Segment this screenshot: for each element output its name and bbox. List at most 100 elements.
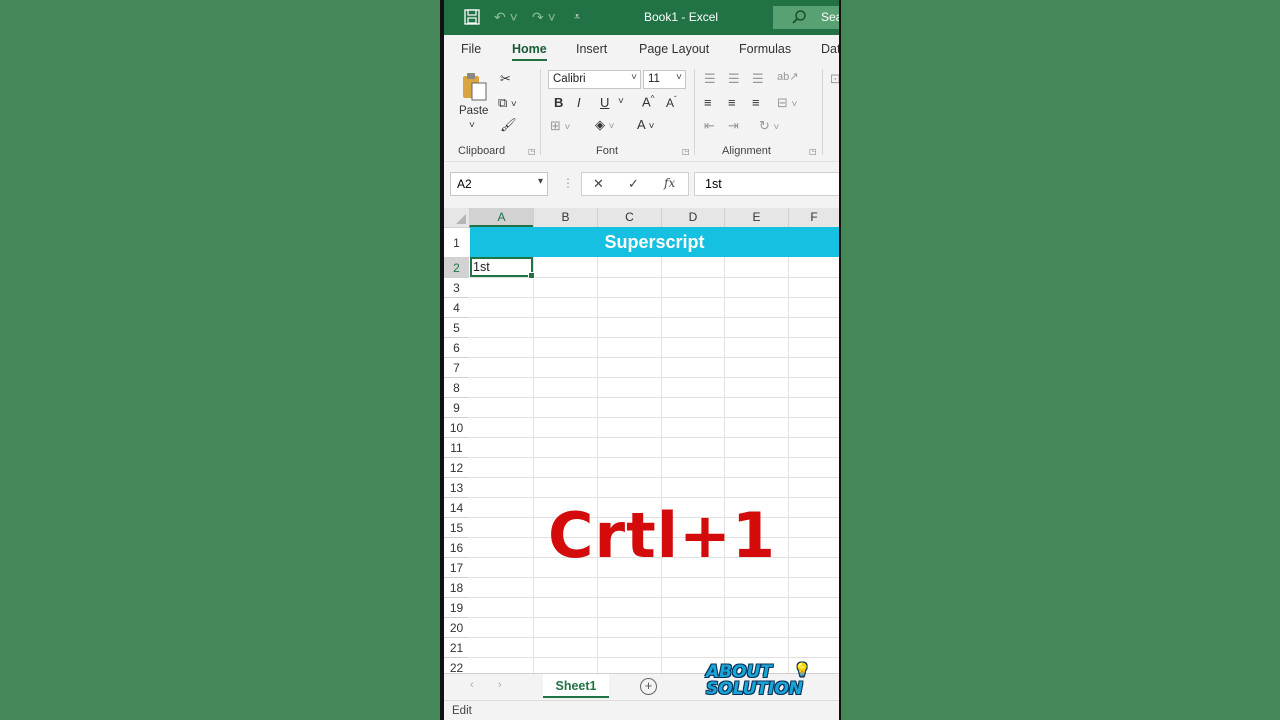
align-left-icon[interactable]: ≡ [704,95,712,110]
column-header-d[interactable]: D [661,208,724,227]
grid-row-line [470,437,839,438]
font-name-select[interactable]: Calibri ˅ [548,70,641,89]
alignment-launcher-icon[interactable]: ◳ [809,147,817,156]
underline-dropdown-icon[interactable]: ˅ [618,96,624,107]
increase-indent-icon[interactable]: ⇥ [728,118,739,134]
tab-data[interactable]: Dat [821,42,839,56]
row-header[interactable]: 13 [444,477,469,497]
column-header-c[interactable]: C [597,208,661,227]
tab-file[interactable]: File [461,42,481,56]
column-headers: A B C D E F [444,208,839,228]
row-header[interactable]: 17 [444,557,469,577]
italic-button[interactable]: I [577,95,581,110]
row-header[interactable]: 2 [444,257,469,277]
font-launcher-icon[interactable]: ◳ [682,147,690,156]
decrease-indent-icon[interactable]: ⇤ [704,118,715,134]
about-solution-logo: ABOUT SOLUTION 💡 [706,663,810,698]
sheet-tab-sheet1[interactable]: Sheet1 [543,674,609,698]
insert-function-icon[interactable]: fx [664,176,675,190]
row-header[interactable]: 5 [444,317,469,337]
align-top-icon[interactable]: ☰ [704,71,716,87]
row-header[interactable]: 3 [444,277,469,297]
merged-title-cell[interactable]: Superscript [470,227,839,257]
grid-row-line [470,397,839,398]
row-header[interactable]: 20 [444,617,469,637]
chevron-down-icon: ˅ [676,72,682,83]
increase-font-icon[interactable]: A^ [642,94,654,109]
paste-dropdown-icon[interactable]: ˅ [469,120,475,131]
row-header[interactable]: 4 [444,297,469,317]
row-header[interactable]: 19 [444,597,469,617]
tab-insert[interactable]: Insert [576,42,607,56]
grid-row-line [470,477,839,478]
sheet-next-icon[interactable]: › [498,679,502,691]
column-header-f[interactable]: F [788,208,839,227]
font-size-select[interactable]: 11 ˅ [643,70,686,89]
paste-button[interactable] [460,71,490,108]
font-color-icon[interactable]: A ˅ [637,117,654,132]
row-header[interactable]: 14 [444,497,469,517]
splitter-icon[interactable]: ⋮ [562,176,574,190]
column-header-b[interactable]: B [533,208,597,227]
orientation-icon[interactable]: ab↗ [777,70,798,83]
grid-row-line [470,497,839,498]
paste-label: Paste [459,105,489,117]
tab-formulas[interactable]: Formulas [739,42,791,56]
align-middle-icon[interactable]: ☰ [728,71,740,87]
row-header[interactable]: 8 [444,377,469,397]
tab-page-layout[interactable]: Page Layout [639,42,709,56]
clipboard-launcher-icon[interactable]: ◳ [528,147,536,156]
row-header[interactable]: 21 [444,637,469,657]
align-bottom-icon[interactable]: ☰ [752,71,764,87]
underline-button[interactable]: U [600,95,609,110]
wrap-text-icon[interactable]: ↻ ˅ [759,118,779,134]
number-format-icon[interactable]: ⊡ [830,71,839,87]
row-header[interactable]: 18 [444,577,469,597]
fill-color-icon[interactable]: ◈ ˅ [595,117,614,133]
borders-icon[interactable]: ⊞ ˅ [550,118,570,134]
formula-input[interactable]: 1st [694,172,839,196]
merge-center-icon[interactable]: ⊟ ˅ [777,95,797,111]
cut-icon[interactable]: ✂ [500,71,511,87]
fill-handle[interactable] [528,272,535,279]
align-center-icon[interactable]: ≡ [728,95,736,110]
formula-value: 1st [705,177,722,191]
row-header[interactable]: 22 [444,657,469,673]
column-header-a[interactable]: A [469,208,533,227]
row-header[interactable]: 6 [444,337,469,357]
sheet-prev-icon[interactable]: ‹ [470,679,474,691]
bold-button[interactable]: B [554,95,563,110]
row-header[interactable]: 12 [444,457,469,477]
format-painter-icon[interactable]: 🖌 [500,117,517,133]
row-header[interactable]: 7 [444,357,469,377]
row-header[interactable]: 16 [444,537,469,557]
row-header[interactable]: 1 [444,227,469,257]
row-header[interactable]: 11 [444,437,469,457]
select-all-corner[interactable] [444,208,469,227]
name-box[interactable]: A2 ▾ [450,172,548,196]
active-cell-a2[interactable]: 1st [470,257,535,279]
grid-column-line [533,227,534,673]
tab-home[interactable]: Home [512,42,547,61]
copy-icon[interactable]: ⧉ ˅ [498,95,517,111]
row-header[interactable]: 15 [444,517,469,537]
cancel-icon[interactable]: ✕ [593,176,604,192]
ribbon-separator [822,69,823,155]
search-box[interactable]: Sea [773,6,839,29]
column-header-e[interactable]: E [724,208,788,227]
font-group-label: Font [596,145,619,157]
add-sheet-icon[interactable]: + [640,678,657,695]
save-icon[interactable] [464,9,480,28]
decrease-font-icon[interactable]: Aˇ [666,95,677,110]
customize-toolbar-icon[interactable]: ⩡ [574,11,580,24]
row-header[interactable]: 9 [444,397,469,417]
row-header[interactable]: 10 [444,417,469,437]
redo-icon[interactable]: ↷ ˅ [532,9,556,26]
worksheet-grid[interactable]: A B C D E F 1 2 3 4 5 6 7 8 9 10 11 12 1… [444,208,839,673]
grid-row-line [470,337,839,338]
align-right-icon[interactable]: ≡ [752,95,760,110]
cell-area[interactable]: Superscript 1st [470,227,839,673]
enter-icon[interactable]: ✓ [628,176,639,192]
undo-icon[interactable]: ↶ ˅ [494,9,518,26]
cell-a2-value: 1st [473,260,490,274]
